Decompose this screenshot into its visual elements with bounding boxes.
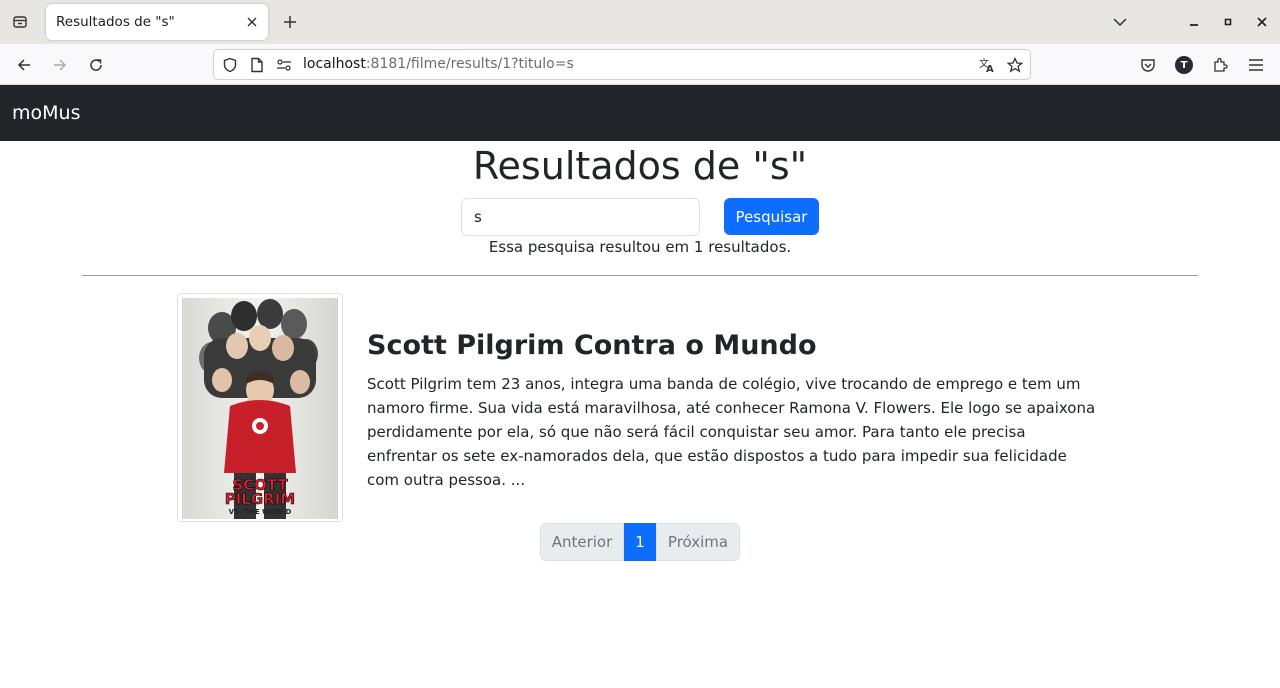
extensions-icon[interactable] xyxy=(1208,53,1232,77)
divider xyxy=(82,275,1198,276)
url-text[interactable]: localhost:8181/filme/results/1?titulo=s xyxy=(303,56,574,72)
result-summary: Essa pesquisa resultou em 1 resultados. xyxy=(488,238,792,256)
poster-text-line-3: VS. THE WORLD xyxy=(229,508,292,516)
shield-icon[interactable] xyxy=(219,54,241,76)
brand-link[interactable]: moMus xyxy=(12,102,80,124)
site-navbar: moMus xyxy=(0,85,1280,141)
forward-icon[interactable] xyxy=(48,53,72,77)
search-input[interactable] xyxy=(461,198,700,236)
url-path: :8181/filme/results/1?titulo=s xyxy=(365,56,574,72)
page-title: Resultados de "s" xyxy=(472,144,808,188)
poster-text-line-2: PILGRIM xyxy=(225,490,296,508)
search-button[interactable]: Pesquisar xyxy=(724,198,819,235)
account-icon[interactable]: T xyxy=(1172,53,1196,77)
movie-poster[interactable]: SCOTT PILGRIM VS. THE WORLD xyxy=(182,298,338,519)
movie-poster-frame[interactable]: SCOTT PILGRIM VS. THE WORLD xyxy=(177,293,343,522)
browser-toolbar: localhost:8181/filme/results/1?titulo=s … xyxy=(0,44,1280,85)
translate-icon[interactable]: 文A xyxy=(976,54,998,76)
maximize-icon[interactable] xyxy=(1218,12,1238,32)
new-tab-icon[interactable] xyxy=(279,11,301,33)
list-all-tabs-icon[interactable] xyxy=(1110,12,1130,32)
close-tab-icon[interactable] xyxy=(242,12,262,32)
tab-overview-icon[interactable] xyxy=(8,10,32,34)
browser-tab-active[interactable]: Resultados de "s" xyxy=(46,4,268,40)
pagination: Anterior 1 Próxima xyxy=(540,523,740,561)
next-page-button[interactable]: Próxima xyxy=(656,523,740,561)
previous-page-button[interactable]: Anterior xyxy=(540,523,624,561)
site-permissions-icon[interactable] xyxy=(273,54,295,76)
minimize-icon[interactable] xyxy=(1184,12,1204,32)
svg-text:A: A xyxy=(986,64,994,74)
bookmark-star-icon[interactable] xyxy=(1004,54,1026,76)
back-icon[interactable] xyxy=(12,53,36,77)
browser-tab-bar: Resultados de "s" xyxy=(0,0,1280,44)
movie-title[interactable]: Scott Pilgrim Contra o Mundo xyxy=(367,330,817,361)
movie-description: Scott Pilgrim tem 23 anos, integra uma b… xyxy=(367,375,1096,489)
close-window-icon[interactable] xyxy=(1252,12,1272,32)
address-bar[interactable]: localhost:8181/filme/results/1?titulo=s … xyxy=(213,49,1031,80)
url-host: localhost xyxy=(303,56,366,72)
current-page-button[interactable]: 1 xyxy=(624,523,656,561)
account-initial: T xyxy=(1175,56,1193,74)
pocket-icon[interactable] xyxy=(1136,53,1160,77)
menu-icon[interactable] xyxy=(1244,53,1268,77)
page-icon[interactable] xyxy=(246,54,268,76)
tab-title: Resultados de "s" xyxy=(56,14,175,30)
reload-icon[interactable] xyxy=(84,53,108,77)
